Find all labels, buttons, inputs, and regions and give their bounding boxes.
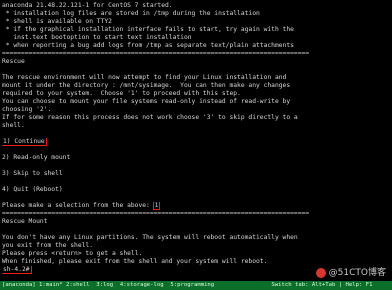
option-read-only-mount[interactable]: 2) Read-only mount xyxy=(2,154,390,162)
watermark-logo-icon xyxy=(315,268,326,278)
banner-line: inst.text bootoption to start text insta… xyxy=(2,34,192,41)
rescue-mount-text: You don't have any Linux partitions. The… xyxy=(2,234,298,241)
banner-line: * when reporting a bug add logs from /tm… xyxy=(2,42,294,49)
rescue-mount-text: you exit from the shell. xyxy=(2,242,93,249)
watermark: @51CTO博客 xyxy=(315,268,386,278)
banner-line: * shell is available on TTY2 xyxy=(2,18,112,25)
watermark-text: @51CTO博客 xyxy=(328,268,386,278)
rescue-mount-text: When finished, please exit from the shel… xyxy=(2,258,268,265)
separator: ========================================… xyxy=(2,50,310,57)
selection-prompt: Please make a selection from the above: xyxy=(2,202,154,209)
rescue-text: mount it under the directory : /mnt/sysi… xyxy=(2,82,291,89)
terminal[interactable]: anaconda 21.48.22.121-1 for CentOS 7 sta… xyxy=(2,2,390,274)
rescue-text: choosing '2'. xyxy=(2,106,52,113)
rescue-text: If for some reason this process does not… xyxy=(2,114,298,121)
option-continue[interactable]: 1) Continue xyxy=(2,138,390,146)
tmux-status-bar[interactable]: [anaconda] 1:main* 2:shell 3:log 4:stora… xyxy=(0,281,392,290)
rescue-mount-text: Please press <return> to get a shell. xyxy=(2,250,143,257)
shell-prompt[interactable]: sh-4.2# xyxy=(2,266,32,274)
option-quit-reboot[interactable]: 4) Quit (Reboot) xyxy=(2,186,390,194)
rescue-text: shell. xyxy=(2,122,25,129)
selection-line[interactable]: Please make a selection from the above: … xyxy=(2,202,390,210)
banner-line: * if the graphical installation interfac… xyxy=(2,26,294,33)
banner-line: anaconda 21.48.22.121-1 for CentOS 7 sta… xyxy=(2,2,173,9)
rescue-mount-heading: Rescue Mount xyxy=(2,218,48,225)
separator: ========================================… xyxy=(2,210,310,217)
banner-line: * installation log files are stored in /… xyxy=(2,10,260,17)
rescue-text: required to your system. Choose '1' to p… xyxy=(2,90,241,97)
option-continue-label[interactable]: 1) Continue xyxy=(2,138,47,146)
selection-input[interactable]: 1 xyxy=(152,202,161,210)
rescue-text: You can choose to mount your file system… xyxy=(2,98,291,105)
rescue-text: The rescue environment will now attempt … xyxy=(2,74,287,81)
rescue-heading: Rescue xyxy=(2,58,25,65)
option-skip-to-shell[interactable]: 3) Skip to shell xyxy=(2,170,390,178)
